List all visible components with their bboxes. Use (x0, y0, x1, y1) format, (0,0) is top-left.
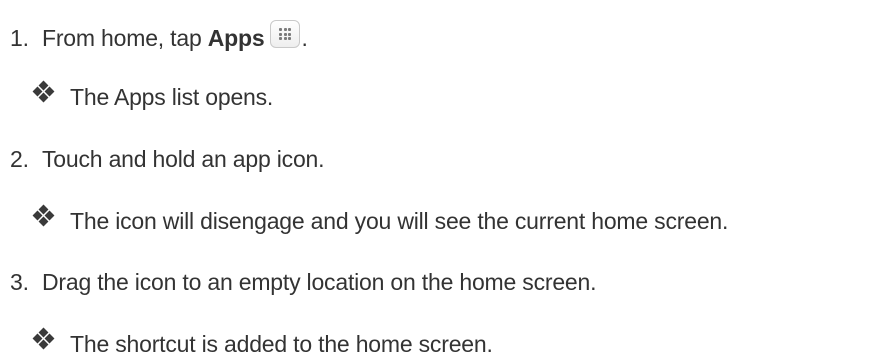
apps-label: Apps (207, 25, 265, 51)
step-2: 2. Touch and hold an app icon. (10, 145, 325, 173)
step-number: 3. (10, 269, 29, 295)
instruction-list: 1. From home, tap Apps. The Apps list ope… (0, 0, 896, 362)
result-text: The Apps list opens. (70, 84, 274, 110)
four-diamond-bullet-icon (32, 327, 56, 350)
step-text: Touch and hold an app icon. (42, 146, 325, 172)
step-2-result: The icon will disengage and you will see… (32, 204, 729, 235)
step-text: From home, tap (42, 25, 208, 51)
step-number: 2. (10, 146, 29, 172)
result-text: The icon will disengage and you will see… (70, 208, 729, 234)
four-diamond-bullet-icon (32, 204, 56, 227)
step-3-result: The shortcut is added to the home screen… (32, 327, 493, 358)
step-text: Drag the icon to an empty location on th… (42, 269, 597, 295)
step-text-end: . (301, 25, 308, 51)
four-diamond-bullet-icon (32, 80, 56, 103)
step-1: 1. From home, tap Apps. (10, 20, 308, 52)
step-3: 3. Drag the icon to an empty location on … (10, 268, 597, 296)
step-1-result: The Apps list opens. (32, 80, 274, 111)
apps-grid-icon (270, 20, 301, 48)
result-text: The shortcut is added to the home screen… (70, 331, 493, 357)
step-number: 1. (10, 25, 29, 51)
